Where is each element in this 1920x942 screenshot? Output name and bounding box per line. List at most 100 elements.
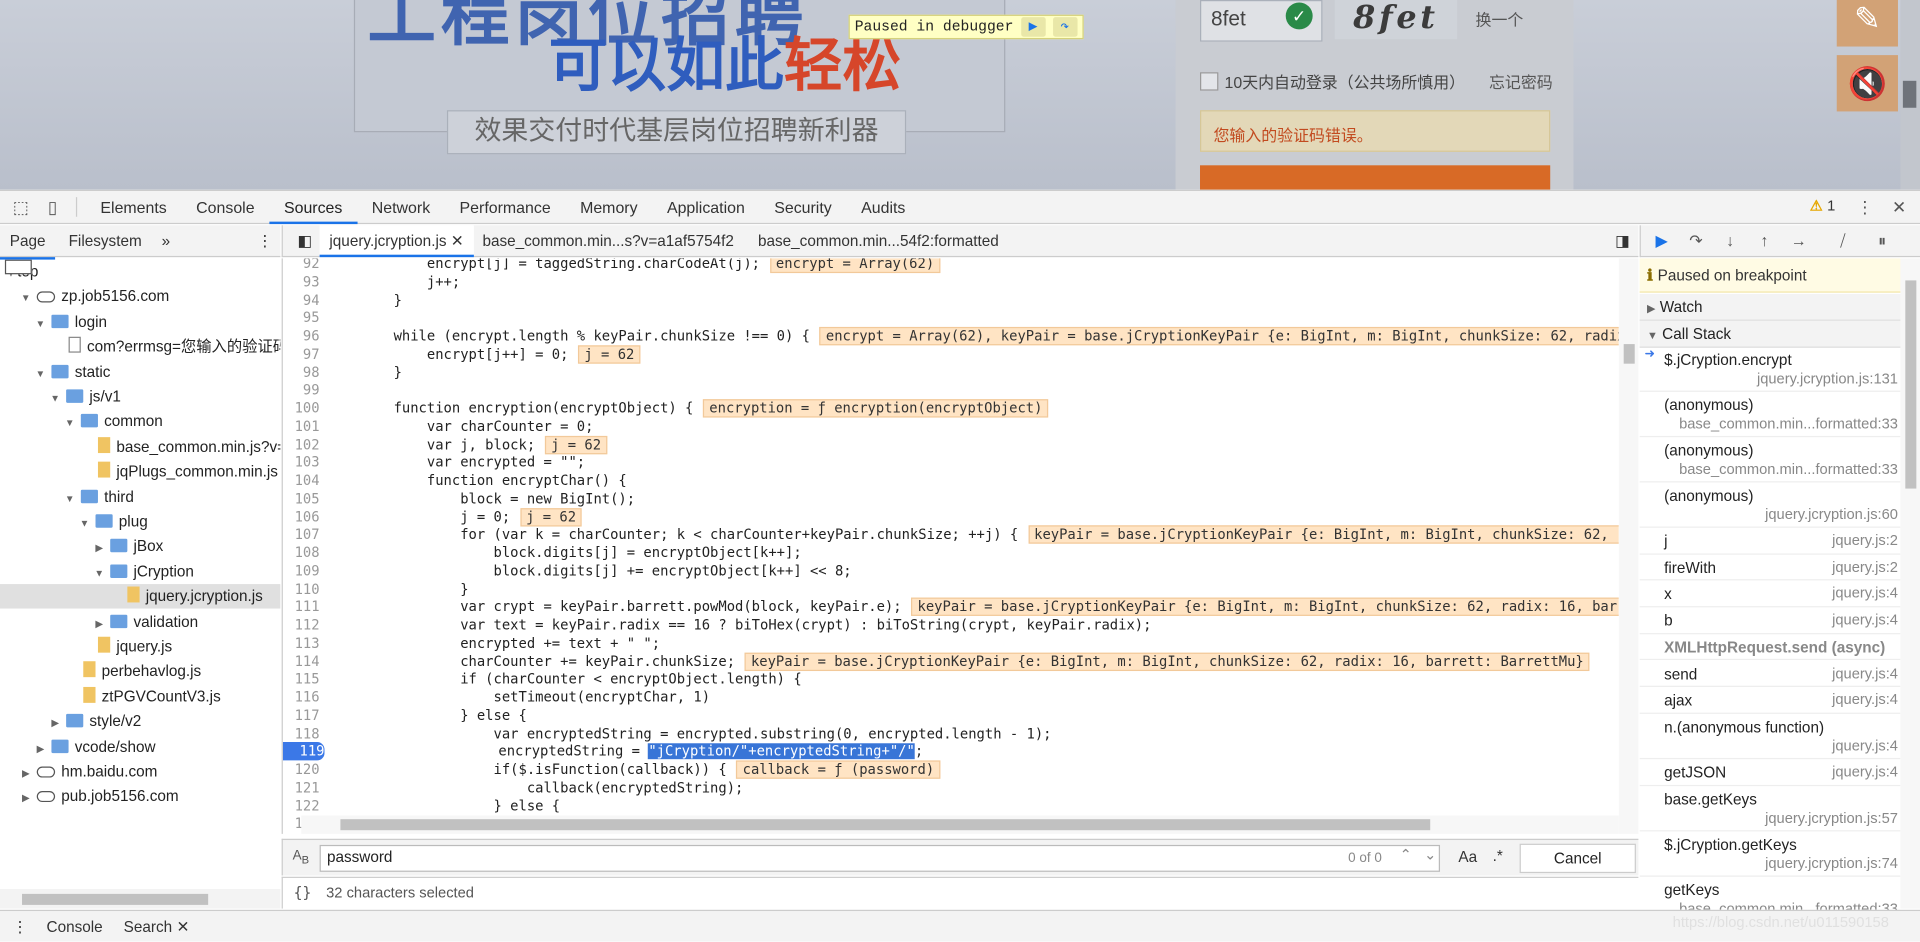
frame-location[interactable]: jquery.js:4 — [1832, 664, 1898, 681]
side-tile-sound[interactable]: 🔇 — [1836, 55, 1898, 112]
tab-memory[interactable]: Memory — [565, 191, 652, 224]
stack-frame[interactable]: (anonymous) base_common.min...formatted:3… — [1639, 437, 1901, 483]
tab-sources[interactable]: Sources — [269, 191, 358, 225]
tree-item[interactable]: ▶ style/v2 — [0, 709, 280, 733]
cancel-search-button[interactable]: Cancel — [1519, 843, 1636, 874]
tree-item[interactable]: ▼ login — [0, 310, 280, 334]
tree-item[interactable]: base_common.min.js?v= — [0, 434, 280, 458]
editor-hscroll-thumb[interactable] — [340, 819, 1431, 831]
tab-audits[interactable]: Audits — [846, 191, 920, 224]
tree-item[interactable]: ▶ vcode/show — [0, 734, 280, 758]
frame-location[interactable]: jquery.jcryption.js:131 — [1757, 370, 1898, 387]
code-line[interactable]: 99 — [283, 381, 1619, 399]
code-line[interactable]: 100 function encryption(encryptObject) {… — [283, 399, 1619, 418]
resume-icon[interactable]: ▶ — [1020, 17, 1046, 37]
tree-item[interactable]: jquery.jcryption.js — [0, 584, 281, 609]
collapsed-triangle-icon[interactable]: ▶ — [49, 712, 61, 736]
editor-tab-base-common-formatted[interactable]: base_common.min...54f2:formatted — [748, 225, 1008, 257]
line-number[interactable]: 104 — [283, 471, 320, 489]
remember-me[interactable]: 10天内自动登录（公共场所慎用） — [1200, 70, 1465, 93]
tree-item[interactable]: ▼ js/v1 — [0, 384, 280, 408]
breakpoint-line-number[interactable]: 119 — [282, 742, 325, 761]
callstack-section[interactable]: ▼ Call Stack — [1639, 320, 1901, 348]
drawer-tab-search[interactable]: Search ✕ — [124, 911, 190, 942]
stack-frame[interactable]: getKeys base_common.min...formatted:33 — [1640, 876, 1901, 910]
stack-frame[interactable]: x jquery.js:4 — [1639, 581, 1901, 608]
line-number[interactable]: 115 — [283, 670, 320, 688]
navigator-hscroll-thumb[interactable] — [22, 893, 209, 905]
watch-section[interactable]: ▶ Watch — [1639, 293, 1901, 321]
code-line[interactable]: 114 charCounter += keyPair.chunkSize; key… — [283, 652, 1619, 671]
code-line[interactable]: 115 if (charCounter < encryptObject.leng… — [283, 670, 1619, 688]
code-line[interactable]: 98 } — [283, 363, 1619, 381]
tree-item[interactable]: ▶ validation — [0, 609, 280, 633]
frame-location[interactable]: jquery.js:4 — [1832, 737, 1898, 754]
line-number[interactable]: 112 — [283, 616, 320, 634]
drawer-tab-console[interactable]: Console — [47, 911, 103, 942]
frame-location[interactable]: base_common.min...formatted:33 — [1679, 415, 1898, 432]
step-icon[interactable]: → — [1788, 230, 1810, 252]
inspect-element-icon[interactable]: ⬚ — [10, 196, 32, 218]
tab-security[interactable]: Security — [760, 191, 847, 224]
page-scrollbar[interactable] — [1900, 0, 1920, 190]
stack-frame[interactable]: $.jCryption.getKeys jquery.jcryption.js:7… — [1639, 831, 1901, 877]
navigator-menu-icon[interactable]: ⋮ — [247, 225, 282, 257]
code-line[interactable]: 109 block.digits[j] += encryptObject[k++… — [283, 562, 1619, 580]
line-number[interactable]: 109 — [283, 562, 320, 580]
code-line[interactable]: 113 encrypted += text + " "; — [283, 634, 1619, 652]
navigator-hscrollbar[interactable] — [0, 888, 281, 909]
tree-item[interactable]: perbehavlog.js — [0, 659, 280, 683]
editor-vscrollbar[interactable] — [1618, 258, 1639, 834]
deactivate-breakpoints-icon[interactable]: ⧸ — [1832, 230, 1854, 252]
debugger-vscrollbar[interactable] — [1900, 258, 1920, 909]
tree-item[interactable]: ▼ plug — [0, 509, 280, 533]
tab-performance[interactable]: Performance — [445, 191, 566, 224]
tab-network[interactable]: Network — [357, 191, 445, 224]
line-number[interactable]: 120 — [283, 760, 320, 778]
frame-location[interactable]: jquery.jcryption.js:60 — [1765, 506, 1898, 523]
code-line[interactable]: 94 } — [283, 291, 1619, 309]
tree-item[interactable]: ▶ hm.baidu.com — [0, 759, 280, 783]
tree-item[interactable]: ztPGVCountV3.js — [0, 684, 280, 708]
tab-application[interactable]: Application — [652, 191, 759, 224]
code-line[interactable]: 102 var j, block; j = 62 — [283, 435, 1619, 454]
code-line[interactable]: 106 j = 0; j = 62 — [283, 507, 1619, 526]
code-line[interactable]: 110 } — [283, 580, 1619, 598]
line-number[interactable]: 107 — [283, 526, 320, 544]
search-input[interactable]: password — [319, 844, 1441, 872]
side-tile-edit[interactable]: ✎ — [1836, 0, 1898, 47]
match-case-button[interactable]: Aa — [1458, 849, 1477, 866]
stack-frame[interactable]: base.getKeys jquery.jcryption.js:57 — [1639, 786, 1901, 831]
code-line[interactable]: 121 callback(encryptedString); — [283, 778, 1619, 796]
replace-toggle-icon[interactable]: AB — [293, 849, 309, 866]
frame-location[interactable]: jquery.jcryption.js:57 — [1765, 809, 1898, 826]
expanded-triangle-icon[interactable]: ▼ — [20, 287, 32, 311]
tree-item[interactable]: ▼ static — [0, 360, 280, 384]
line-number[interactable]: 110 — [283, 580, 320, 598]
regex-button[interactable]: .* — [1493, 847, 1503, 864]
navigator-tab-page[interactable]: Page — [0, 225, 56, 260]
code-line[interactable]: 93 j++; — [283, 273, 1619, 291]
tree-item[interactable]: ▼ zp.job5156.com — [0, 285, 280, 309]
frame-location[interactable]: jquery.js:2 — [1832, 531, 1898, 548]
expanded-triangle-icon[interactable]: ▼ — [78, 512, 90, 536]
line-number[interactable]: 97 — [283, 345, 320, 363]
expanded-triangle-icon[interactable]: ▼ — [34, 362, 46, 386]
step-into-icon[interactable]: ↓ — [1719, 230, 1741, 252]
line-number[interactable]: 92 — [283, 258, 320, 273]
frame-location[interactable]: jquery.js:4 — [1832, 691, 1898, 708]
expanded-triangle-icon[interactable]: ▼ — [34, 312, 46, 336]
code-line[interactable]: 111 var crypt = keyPair.barrett.powMod(b… — [283, 597, 1619, 617]
code-line[interactable]: 92 encrypt[j] = taggedString.charCodeAt(… — [283, 258, 1619, 274]
drawer-menu-icon[interactable]: ⋮ — [12, 911, 27, 942]
collapsed-triangle-icon[interactable]: ▶ — [93, 537, 105, 561]
toggle-debugger-icon[interactable]: ◨ — [1605, 225, 1639, 257]
stack-frame[interactable]: (anonymous) jquery.jcryption.js:60 — [1639, 482, 1901, 528]
line-number[interactable]: 99 — [283, 381, 320, 399]
tab-elements[interactable]: Elements — [86, 191, 182, 224]
more-tabs-icon[interactable]: » — [152, 225, 180, 257]
line-number[interactable]: 98 — [283, 363, 320, 381]
code-line[interactable]: 97 encrypt[j++] = 0; j = 62 — [283, 345, 1619, 364]
navigator-tab-filesystem[interactable]: Filesystem — [59, 225, 152, 257]
code-line[interactable]: 116 setTimeout(encryptChar, 1) — [283, 688, 1619, 706]
